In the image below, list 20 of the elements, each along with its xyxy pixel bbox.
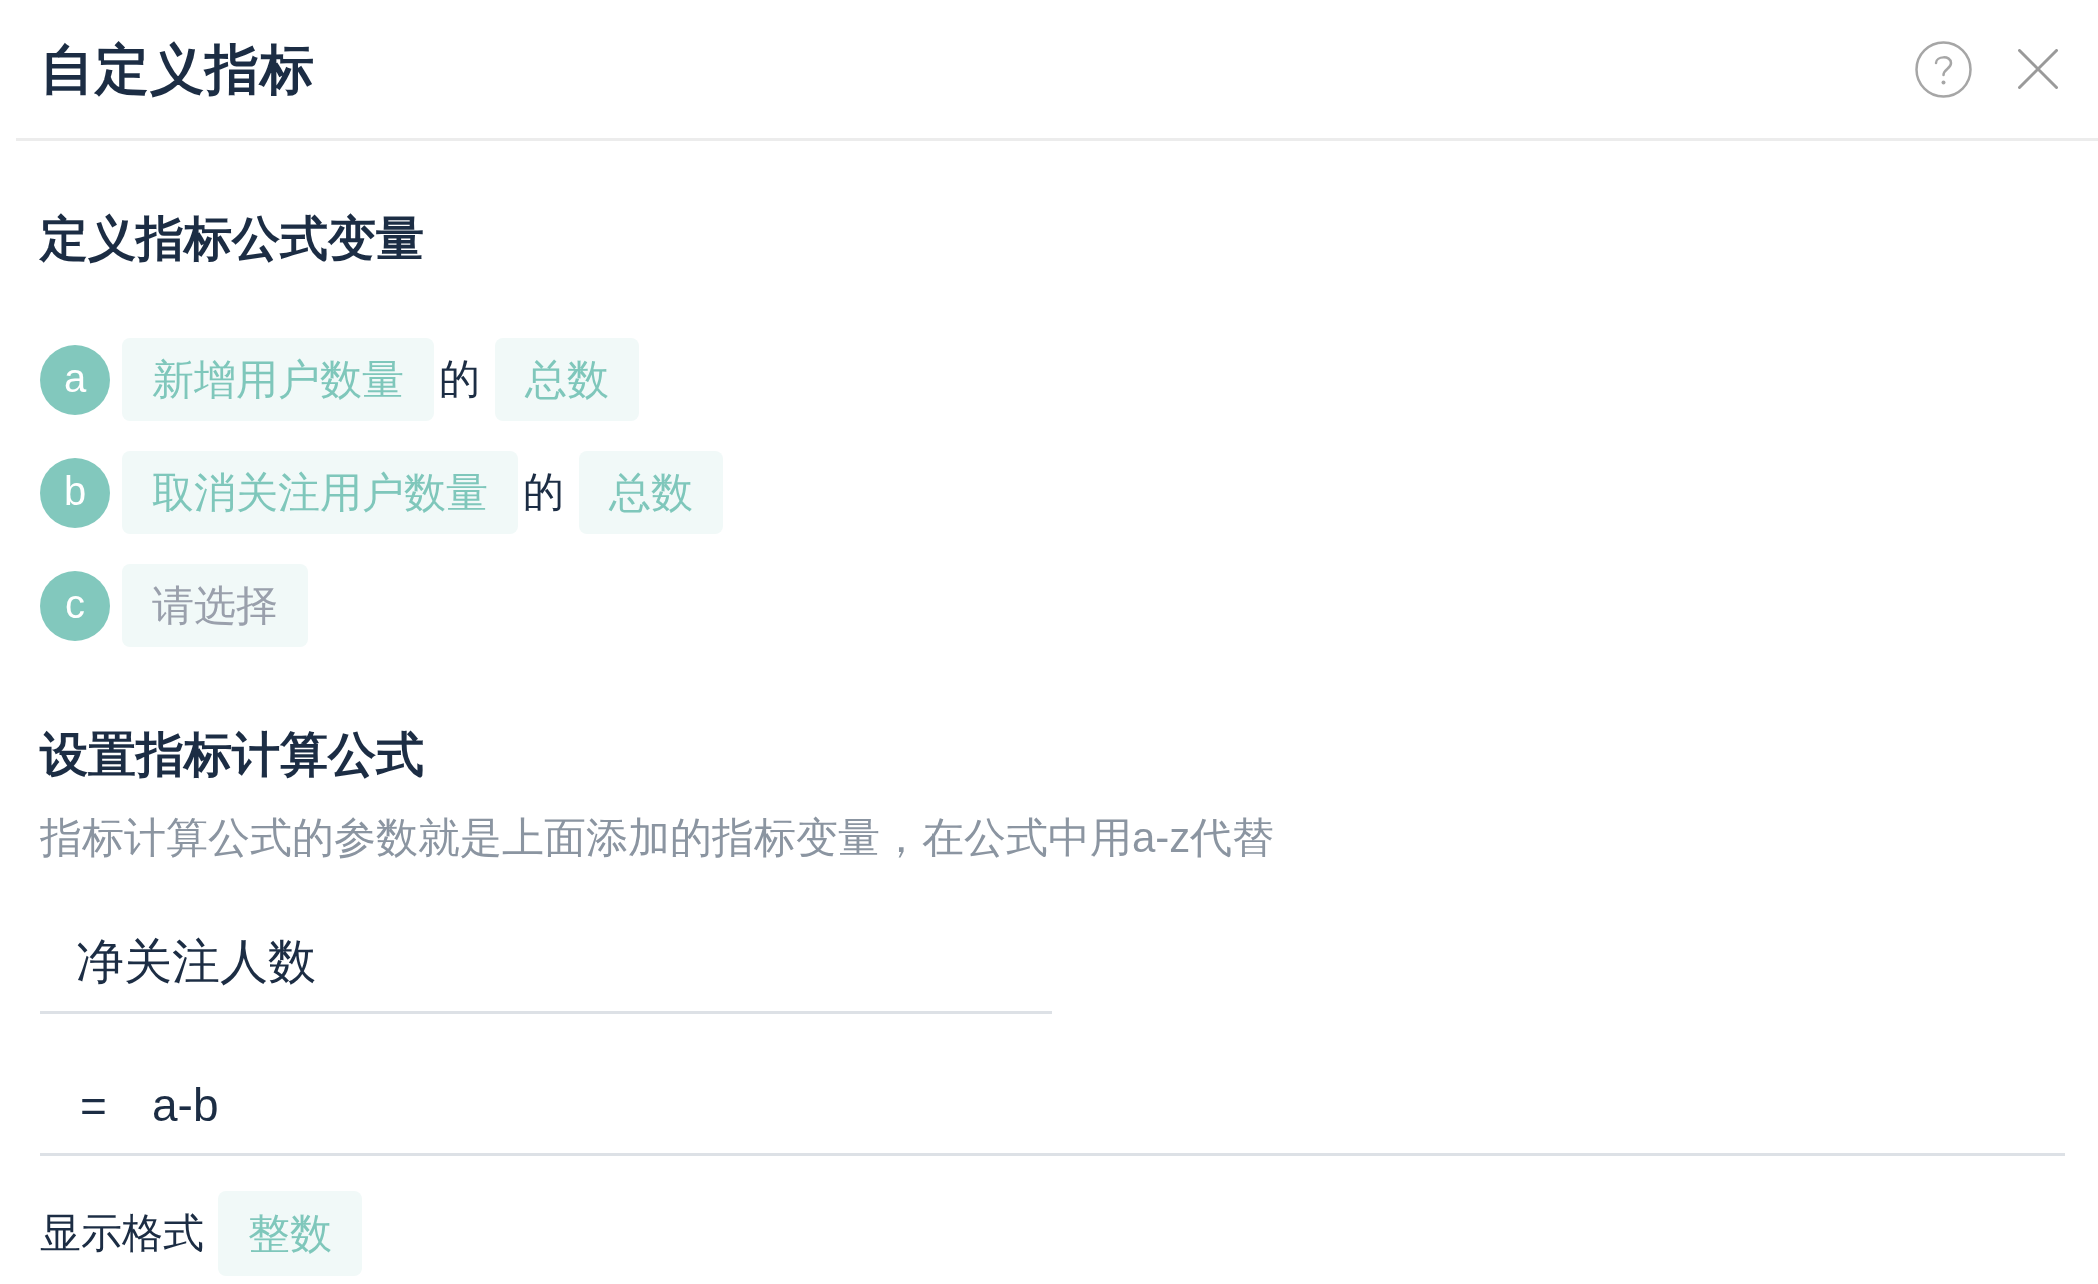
section-heading: 定义指标公式变量 <box>40 211 424 267</box>
aggregation-select[interactable]: 总数 <box>495 338 639 421</box>
format-label: 显示格式 <box>40 1208 204 1258</box>
description-text: 指标计算公式的参数就是上面添加的指标变量，在公式中用a-z代替 <box>40 814 1275 862</box>
metric-select[interactable]: 请选择 <box>122 564 308 647</box>
equals-sign: = <box>80 1079 107 1134</box>
close-icon[interactable] <box>2018 49 2058 89</box>
section-heading: 设置指标计算公式 <box>40 727 424 783</box>
aggregation-select[interactable]: 总数 <box>579 451 723 534</box>
format-select[interactable]: 整数 <box>218 1191 362 1276</box>
dialog-title: 自定义指标 <box>40 38 315 101</box>
name-input[interactable]: 净关注人数 <box>40 913 1052 1014</box>
help-icon[interactable] <box>1915 40 1972 98</box>
metric-select[interactable]: 取消关注用户数量 <box>122 451 518 534</box>
connector-text: 的 <box>439 354 480 404</box>
variable-letter: a <box>40 344 110 415</box>
variable-letter: c <box>40 570 110 641</box>
connector-text: 的 <box>523 467 564 517</box>
variable-letter: b <box>40 457 110 528</box>
metric-select[interactable]: 新增用户数量 <box>122 338 434 421</box>
